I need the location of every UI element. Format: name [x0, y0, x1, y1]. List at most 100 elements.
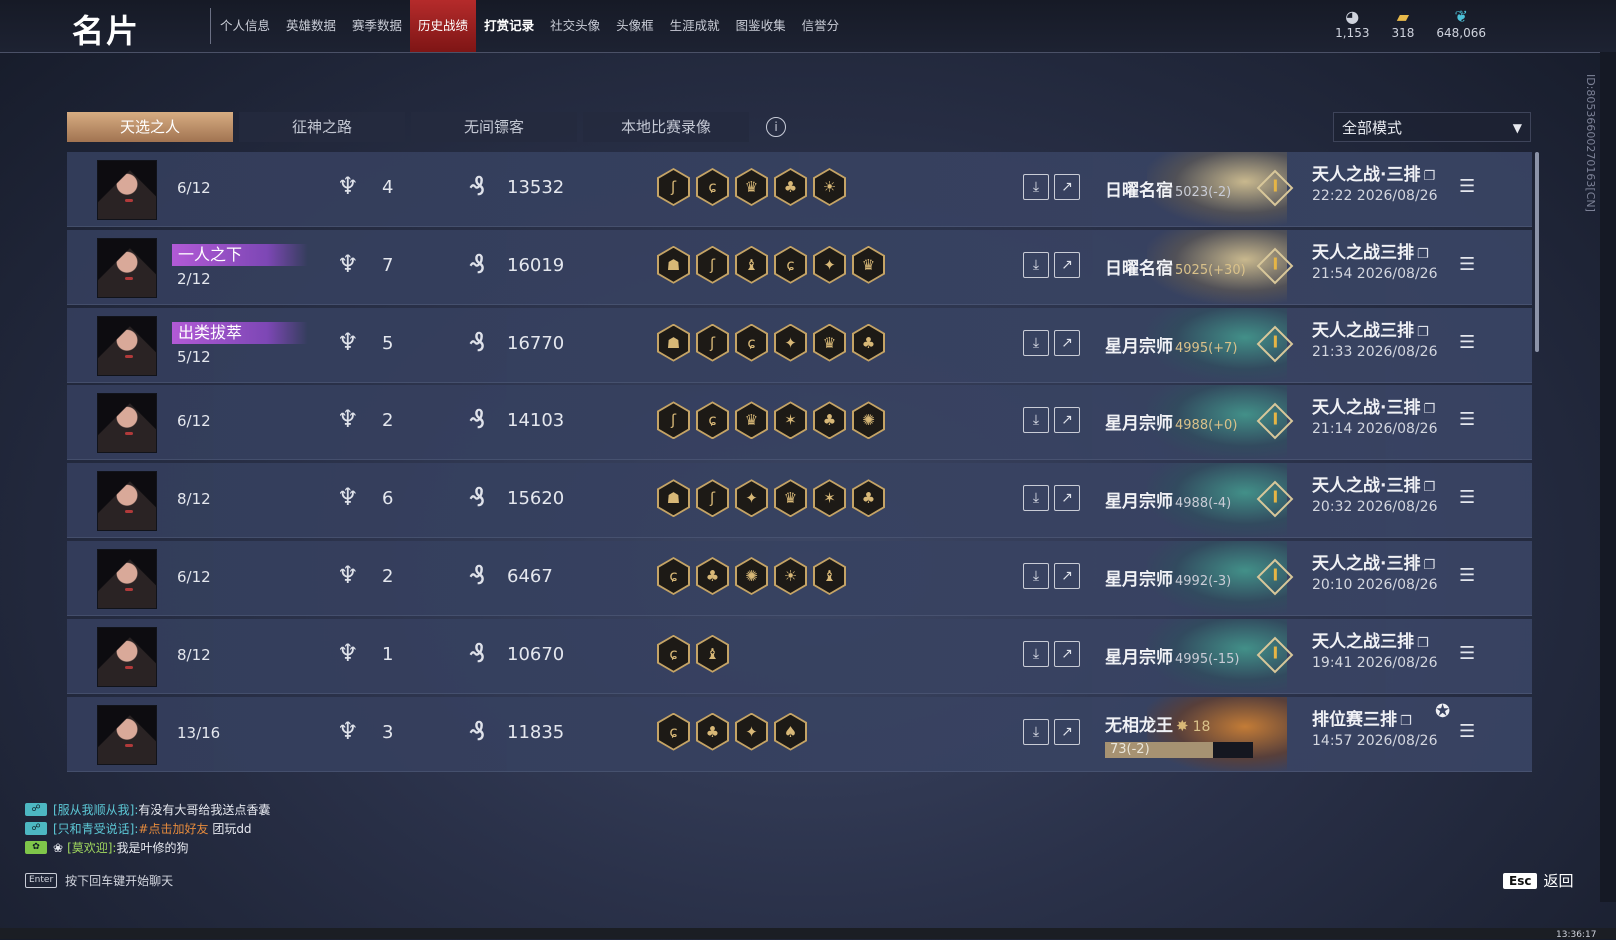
trait-icon[interactable]: ✶	[774, 401, 807, 440]
trait-icon[interactable]: ✺	[852, 401, 885, 440]
tab-match-history[interactable]: 历史战绩	[410, 0, 477, 52]
trait-icon[interactable]: ♝	[813, 556, 846, 595]
trait-icon[interactable]: ✺	[735, 556, 768, 595]
match-row[interactable]: 13/16 ♆ 3 ₰ 11835 ɕ ♣ ✦ ♠ ⤓ ↗ 无相龙王 ✸ 18 73…	[67, 696, 1532, 772]
trait-icon[interactable]: ✦	[813, 245, 846, 284]
trait-icon[interactable]: ɕ	[696, 168, 729, 206]
trait-icon[interactable]: ♣	[852, 323, 885, 362]
trait-icon[interactable]: ✦	[774, 323, 807, 362]
trait-icon[interactable]: ♛	[813, 323, 846, 362]
sub-tabs: 天选之人 征神之路 无间镖客 本地比赛录像	[67, 112, 749, 142]
tab-social-avatar[interactable]: 社交头像	[542, 0, 608, 52]
menu-icon[interactable]: ☰	[1459, 643, 1475, 664]
trait-icon[interactable]: ɕ	[735, 323, 768, 362]
chat-input-hint[interactable]: Enter 按下回车键开始聊天	[25, 872, 173, 889]
rank-change: 4992(-3)	[1175, 573, 1232, 589]
match-row[interactable]: 出类拔萃 5/12 ♆ 5 ₰ 16770 ☗ ʃ ɕ ✦ ♛ ♣ ⤓ ↗ 星月宗师 4995(+7) 天人之战…	[67, 307, 1532, 383]
share-icon[interactable]: ↗	[1054, 251, 1080, 278]
trait-icon[interactable]: ʃ	[657, 168, 690, 206]
menu-icon[interactable]: ☰	[1459, 176, 1475, 197]
trait-icon[interactable]: ♣	[696, 712, 729, 751]
trait-icon[interactable]: ɕ	[774, 245, 807, 284]
trait-icon[interactable]: ✶	[813, 479, 846, 518]
download-icon[interactable]: ⤓	[1023, 174, 1049, 200]
subtab-local-replays[interactable]: 本地比赛录像	[583, 112, 749, 142]
tab-hero-data[interactable]: 英雄数据	[278, 0, 344, 52]
rank-change: 5023(-2)	[1175, 185, 1232, 200]
info-icon[interactable]: i	[766, 117, 786, 137]
share-icon[interactable]: ↗	[1054, 562, 1080, 589]
share-icon[interactable]: ↗	[1054, 718, 1080, 745]
menu-icon[interactable]: ☰	[1459, 409, 1475, 430]
menu-icon[interactable]: ☰	[1459, 332, 1475, 353]
match-row[interactable]: 8/12 ♆ 6 ₰ 15620 ☗ ʃ ✦ ♛ ✶ ♣ ⤓ ↗ 星月宗师 4988(-4) 天人之战·三排 ❐…	[67, 463, 1532, 539]
trait-icon[interactable]: ʃ	[696, 479, 729, 518]
trait-icon[interactable]: ♣	[852, 479, 885, 518]
share-icon[interactable]: ↗	[1054, 407, 1080, 434]
download-icon[interactable]: ⤓	[1023, 562, 1049, 589]
subtab-road-to-god[interactable]: 征神之路	[239, 112, 405, 142]
currency-feather[interactable]: ❦ 648,066	[1436, 8, 1486, 41]
share-icon[interactable]: ↗	[1054, 329, 1080, 356]
trait-icon[interactable]: ɕ	[657, 712, 690, 751]
menu-icon[interactable]: ☰	[1459, 487, 1475, 508]
trait-icon[interactable]: ɕ	[657, 556, 690, 595]
subtab-chosen-one[interactable]: 天选之人	[67, 112, 233, 142]
tab-achievements[interactable]: 生涯成就	[662, 0, 728, 52]
trait-icon[interactable]: ♛	[735, 168, 768, 206]
trait-icon[interactable]: ɕ	[657, 634, 690, 673]
tab-season-data[interactable]: 赛季数据	[344, 0, 410, 52]
trait-icon[interactable]: ☗	[657, 245, 690, 284]
download-icon[interactable]: ⤓	[1023, 329, 1049, 356]
trait-icon[interactable]: ♣	[696, 556, 729, 595]
share-icon[interactable]: ↗	[1054, 174, 1080, 200]
trait-icon[interactable]: ✦	[735, 712, 768, 751]
trait-icon[interactable]: ✦	[735, 479, 768, 518]
download-icon[interactable]: ⤓	[1023, 407, 1049, 434]
tab-tip-records[interactable]: 打赏记录	[476, 0, 542, 52]
match-row[interactable]: 6/12 ♆ 2 ₰ 14103 ʃ ɕ ♛ ✶ ♣ ✺ ⤓ ↗ 星月宗师 4988(+0) 天人之战·三排 ❐…	[67, 385, 1532, 461]
share-icon[interactable]: ↗	[1054, 640, 1080, 667]
trait-icon[interactable]: ♝	[696, 634, 729, 673]
tab-avatar-frame[interactable]: 头像框	[608, 0, 662, 52]
trait-icon[interactable]: ☗	[657, 479, 690, 518]
trait-icon[interactable]: ♛	[774, 479, 807, 518]
menu-icon[interactable]: ☰	[1459, 721, 1475, 742]
currency-ticket[interactable]: ▰ 318	[1391, 8, 1414, 41]
trait-icon[interactable]: ♛	[852, 245, 885, 284]
trait-icon[interactable]: ɕ	[696, 401, 729, 440]
trait-icon[interactable]: ☀	[774, 556, 807, 595]
trait-icon[interactable]: ♠	[774, 712, 807, 751]
mode-filter-select[interactable]: 全部模式 ▼	[1333, 112, 1531, 142]
tab-credit-score[interactable]: 信誉分	[794, 0, 848, 52]
match-row[interactable]: 6/12 ♆ 2 ₰ 6467 ɕ ♣ ✺ ☀ ♝ ⤓ ↗ 星月宗师 4992(-3) 天人之战·三排 ❐ 20…	[67, 540, 1532, 616]
menu-icon[interactable]: ☰	[1459, 254, 1475, 275]
trait-icon[interactable]: ʃ	[696, 323, 729, 362]
trait-icon[interactable]: ʃ	[657, 401, 690, 440]
trait-icon[interactable]: ☀	[813, 168, 846, 206]
currency-eye[interactable]: ◕ 1,153	[1335, 7, 1369, 41]
trait-icon[interactable]: ♣	[813, 401, 846, 440]
download-icon[interactable]: ⤓	[1023, 640, 1049, 667]
back-button[interactable]: Esc 返回	[1503, 870, 1573, 891]
tab-profile[interactable]: 个人信息	[212, 0, 278, 52]
tab-collection[interactable]: 图鉴收集	[728, 0, 794, 52]
match-row[interactable]: 6/12 ♆ 4 ₰ 13532 ʃ ɕ ♛ ♣ ☀ ⤓ ↗ 日曜名宿 5023(-2) 天人之战·三排 ❐ 2…	[67, 152, 1532, 227]
coin-icon: ₰	[469, 483, 486, 514]
match-row[interactable]: 8/12 ♆ 1 ₰ 10670 ɕ ♝ ⤓ ↗ 星月宗师 4995(-15) 天人之战三排 ❐ 19:4…	[67, 618, 1532, 694]
eye-coin-icon: ◕	[1345, 7, 1360, 26]
trait-icon[interactable]: ☗	[657, 323, 690, 362]
match-row[interactable]: 一人之下 2/12 ♆ 7 ₰ 16019 ☗ ʃ ♝ ɕ ✦ ♛ ⤓ ↗ 日曜名宿 5025(+30) 天人之…	[67, 229, 1532, 305]
download-icon[interactable]: ⤓	[1023, 718, 1049, 745]
trait-icon[interactable]: ʃ	[696, 245, 729, 284]
add-friend-link[interactable]: #点击加好友	[138, 820, 208, 837]
menu-icon[interactable]: ☰	[1459, 565, 1475, 586]
subtab-escort[interactable]: 无间镖客	[411, 112, 577, 142]
download-icon[interactable]: ⤓	[1023, 485, 1049, 512]
share-icon[interactable]: ↗	[1054, 485, 1080, 512]
trait-icon[interactable]: ♛	[735, 401, 768, 440]
trait-icon[interactable]: ♝	[735, 245, 768, 284]
list-scrollbar[interactable]	[1535, 152, 1539, 352]
trait-icon[interactable]: ♣	[774, 168, 807, 206]
download-icon[interactable]: ⤓	[1023, 251, 1049, 278]
